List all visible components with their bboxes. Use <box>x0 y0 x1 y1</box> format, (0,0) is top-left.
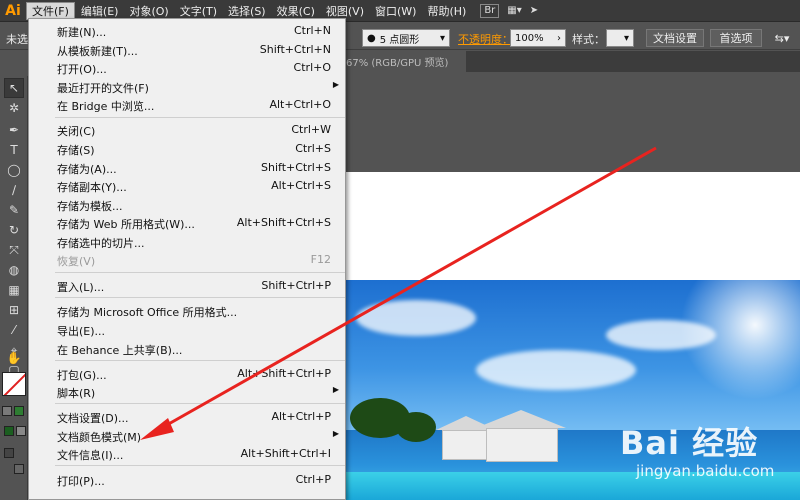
menu-separator <box>55 297 345 298</box>
menu-separator <box>55 272 345 273</box>
perspective-grid-icon[interactable]: ▦ <box>4 280 24 300</box>
hut <box>486 428 558 462</box>
tools-panel: ↖ ✲ ✒ T ◯ ∕ ✎ ↻ ⤧ ◍ ▦ ⊞ ⁄ ⌖ ▢ ◈ ✋ <box>0 76 28 500</box>
menu-window[interactable]: 窗口(W) <box>370 2 421 20</box>
paintbrush-tool-icon[interactable]: ∕ <box>4 180 24 200</box>
menu-item-save-as-template[interactable]: 存储为模板... <box>29 195 345 214</box>
menu-item-document-setup[interactable]: 文档设置(D)... Alt+Ctrl+P <box>29 407 345 426</box>
color-mode-icon[interactable] <box>4 426 14 436</box>
rotate-tool-icon[interactable]: ↻ <box>4 220 24 240</box>
selection-tool-icon[interactable]: ↖ <box>4 78 24 98</box>
mesh-tool-icon[interactable]: ⊞ <box>4 300 24 320</box>
eyedropper-icon[interactable]: ⁄ <box>4 320 24 340</box>
menu-item-new-from-template[interactable]: 从模板新建(T)... Shift+Ctrl+N <box>29 40 345 59</box>
screen-mode-icon[interactable] <box>14 464 24 474</box>
menu-item-new[interactable]: 新建(N)... Ctrl+N <box>29 21 345 40</box>
menu-item-print[interactable]: 打印(P)... Ctrl+P <box>29 470 345 489</box>
panel-menu-icon[interactable]: ⇆▾ <box>768 29 796 47</box>
document-tab[interactable]: 67% (RGB/GPU 预览) <box>346 51 466 72</box>
brush-dot-icon: ● <box>367 32 376 44</box>
submenu-arrow-icon: ▶ <box>332 385 339 394</box>
menu-item-package[interactable]: 打包(G)... Alt+Shift+Ctrl+P <box>29 364 345 383</box>
menu-separator <box>55 360 345 361</box>
menu-item-browse-in-bridge[interactable]: 在 Bridge 中浏览... Alt+Ctrl+O <box>29 95 345 114</box>
stroke-swatch[interactable] <box>14 406 24 416</box>
style-label: 样式： <box>572 33 605 46</box>
hut-roof <box>476 410 566 428</box>
document-setup-button[interactable]: 文档设置 <box>646 29 704 47</box>
menu-item-save-as[interactable]: 存储为(A)... Shift+Ctrl+S <box>29 158 345 177</box>
brush-definition-select[interactable]: ● 5 点圆形 ▾ <box>362 29 450 47</box>
menu-type[interactable]: 文字(T) <box>175 2 222 20</box>
opacity-input[interactable]: 100% › <box>510 29 566 47</box>
hand-tool-icon[interactable]: ✋ <box>4 348 24 368</box>
width-tool-icon[interactable]: ⤧ <box>4 240 24 260</box>
preferences-button[interactable]: 首选项 <box>710 29 762 47</box>
bridge-button[interactable]: Br <box>480 3 500 19</box>
menu-edit[interactable]: 编辑(E) <box>76 2 124 20</box>
cloud <box>606 320 716 350</box>
menu-item-open[interactable]: 打开(O)... Ctrl+O <box>29 58 345 77</box>
app-logo: Ai <box>5 2 21 19</box>
menu-item-place[interactable]: 置入(L)... Shift+Ctrl+P <box>29 276 345 295</box>
sync-icon[interactable]: ➤ <box>530 3 538 19</box>
menu-item-file-info[interactable]: 文件信息(I)... Alt+Shift+Ctrl+I <box>29 444 345 463</box>
default-colors-icon[interactable] <box>2 406 12 416</box>
style-swatch[interactable]: ▾ <box>606 29 634 47</box>
pen-tool-icon[interactable]: ✒ <box>4 120 24 140</box>
brush-value: 5 点圆形 <box>379 34 420 46</box>
opacity-label[interactable]: 不透明度： <box>458 31 513 47</box>
menu-item-share-on-behance[interactable]: 在 Behance 上共享(B)... <box>29 339 345 358</box>
chevron-down-icon: ▾ <box>439 32 445 44</box>
menu-separator <box>55 465 345 466</box>
gradient-mode-icon[interactable] <box>16 426 26 436</box>
menu-item-save-for-office[interactable]: 存储为 Microsoft Office 所用格式... <box>29 301 345 320</box>
submenu-arrow-icon: ▶ <box>332 429 339 438</box>
palm-tree <box>396 412 436 442</box>
menu-item-export[interactable]: 导出(E)... <box>29 320 345 339</box>
menu-item-save-selected-slices[interactable]: 存储选中的切片... <box>29 232 345 251</box>
blob-brush-icon[interactable]: ✎ <box>4 200 24 220</box>
menu-view[interactable]: 视图(V) <box>321 2 369 20</box>
chevron-right-icon: › <box>557 32 561 44</box>
menu-item-open-recent[interactable]: 最近打开的文件(F) ▶ <box>29 77 345 96</box>
menu-separator <box>55 403 345 404</box>
watermark-brand: Bai 经验 <box>620 424 759 462</box>
draw-mode-icon[interactable] <box>4 448 14 458</box>
menu-item-save-for-web[interactable]: 存储为 Web 所用格式(W)... Alt+Shift+Ctrl+S <box>29 213 345 232</box>
menu-item-document-color-mode[interactable]: 文档颜色模式(M) ▶ <box>29 426 345 445</box>
hut <box>442 430 490 460</box>
magic-wand-icon[interactable]: ✲ <box>4 98 24 118</box>
menu-item-scripts[interactable]: 脚本(R) ▶ <box>29 382 345 401</box>
arrange-documents-icon[interactable]: ▦▾ <box>507 3 521 19</box>
ellipse-tool-icon[interactable]: ◯ <box>4 160 24 180</box>
type-tool-icon[interactable]: T <box>4 140 24 160</box>
file-menu-dropdown: 新建(N)... Ctrl+N 从模板新建(T)... Shift+Ctrl+N 打… <box>28 18 346 500</box>
menu-object[interactable]: 对象(O) <box>124 2 173 20</box>
shape-builder-icon[interactable]: ◍ <box>4 260 24 280</box>
menu-select[interactable]: 选择(S) <box>223 2 271 20</box>
fill-none-swatch[interactable] <box>2 372 26 396</box>
menu-item-save[interactable]: 存储(S) Ctrl+S <box>29 139 345 158</box>
cloud <box>356 300 476 336</box>
submenu-arrow-icon: ▶ <box>332 80 339 89</box>
watermark: Bai 经验 jingyan.baidu.com <box>620 418 800 498</box>
menu-item-revert: 恢复(V) F12 <box>57 253 331 268</box>
watermark-site: jingyan.baidu.com <box>636 462 775 480</box>
menu-file[interactable]: 文件(F) <box>26 1 75 20</box>
opacity-value: 100% <box>515 32 544 44</box>
menu-separator <box>55 117 345 118</box>
menu-item-save-a-copy[interactable]: 存储副本(Y)... Alt+Ctrl+S <box>29 176 345 195</box>
menu-effect[interactable]: 效果(C) <box>272 2 320 20</box>
cloud <box>476 350 636 390</box>
selection-status: 未选 <box>6 33 28 46</box>
document-tab-bar: 67% (RGB/GPU 预览) <box>346 51 800 72</box>
menu-help[interactable]: 帮助(H) <box>422 2 471 20</box>
chevron-down-icon: ▾ <box>623 32 629 44</box>
menu-item-close[interactable]: 关闭(C) Ctrl+W <box>29 120 345 139</box>
